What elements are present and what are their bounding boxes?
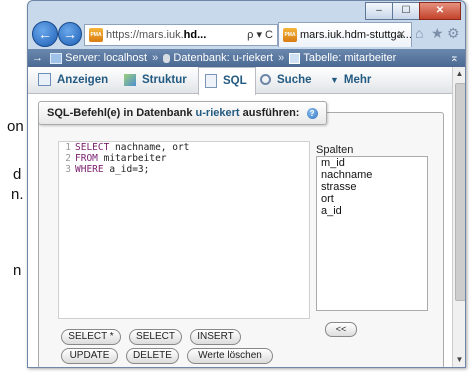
breadcrumb-separator: » bbox=[152, 52, 159, 65]
breadcrumb-table[interactable]: Tabelle: mitarbeiter bbox=[303, 52, 396, 64]
tab-label: Mehr bbox=[343, 74, 372, 86]
list-item[interactable]: nachname bbox=[317, 169, 427, 181]
list-item[interactable]: a_id bbox=[317, 205, 427, 217]
address-url: https://mars.iuk. bbox=[106, 29, 184, 41]
background-text: d bbox=[13, 166, 22, 183]
breadcrumb-database[interactable]: Datenbank: u-riekert bbox=[173, 52, 273, 64]
scroll-down-icon[interactable]: ▼ bbox=[453, 353, 465, 367]
minimize-button[interactable]: ‒ bbox=[365, 2, 393, 20]
favorites-star-icon[interactable]: ★ bbox=[431, 25, 444, 42]
legend-database-link[interactable]: u-riekert bbox=[196, 107, 240, 119]
delete-button[interactable]: DELETE bbox=[126, 348, 179, 364]
chevron-down-icon: ▼ bbox=[330, 75, 339, 85]
list-item[interactable]: m_id bbox=[317, 157, 427, 169]
scrollbar-thumb[interactable] bbox=[455, 83, 465, 301]
phpmyadmin-favicon: PMA bbox=[89, 28, 103, 43]
select-button[interactable]: SELECT bbox=[129, 329, 182, 345]
tab-label: Anzeigen bbox=[57, 74, 109, 86]
tab-title: mars.iuk.hdm-stuttga... bbox=[300, 29, 412, 41]
breadcrumb: → Server: localhost » Datenbank: u-rieke… bbox=[28, 49, 465, 67]
insert-column-button[interactable]: << bbox=[325, 322, 357, 337]
breadcrumb-arrow-icon: → bbox=[32, 52, 43, 65]
help-icon[interactable]: ? bbox=[306, 107, 318, 119]
structure-icon bbox=[124, 73, 136, 86]
tab-close-icon[interactable]: ✕ bbox=[397, 23, 406, 47]
table-icon bbox=[289, 52, 301, 64]
settings-gear-icon[interactable]: ⚙ bbox=[447, 25, 460, 42]
sql-icon bbox=[205, 73, 217, 88]
close-button[interactable]: ✕ bbox=[419, 2, 461, 20]
search-icon bbox=[260, 74, 271, 86]
columns-label: Spalten bbox=[316, 144, 354, 156]
columns-list[interactable]: m_id nachname strasse ort a_id bbox=[316, 156, 428, 311]
address-bar[interactable]: PMA https://mars.iuk.hd... ρ ▾ C bbox=[84, 24, 278, 46]
code-line: 3 WHERE a_id=3; bbox=[65, 164, 150, 175]
background-text: n bbox=[13, 262, 22, 279]
tab-label: SQL bbox=[223, 75, 247, 87]
browser-window: ‒ ☐ ✕ ← → PMA https://mars.iuk.hd... ρ ▾ … bbox=[27, 0, 466, 368]
tab-sql[interactable]: SQL bbox=[198, 67, 256, 95]
home-icon[interactable]: ⌂ bbox=[415, 25, 423, 41]
background-text: n. bbox=[11, 186, 24, 203]
tab-struktur[interactable]: Struktur bbox=[124, 67, 187, 93]
navigation-bar: ← → PMA https://mars.iuk.hd... ρ ▾ C PMA m… bbox=[28, 19, 465, 49]
legend-prefix: SQL-Befehl(e) in Datenbank bbox=[47, 107, 193, 119]
breadcrumb-separator: » bbox=[278, 52, 285, 65]
tab-suche[interactable]: Suche bbox=[260, 67, 312, 93]
code-line: 2 FROM mitarbeiter bbox=[65, 153, 167, 164]
database-icon bbox=[163, 53, 171, 63]
tab-label: Struktur bbox=[142, 74, 187, 86]
collapse-icon[interactable]: ⌅ bbox=[450, 49, 459, 67]
back-arrow-icon[interactable]: ← bbox=[32, 21, 58, 47]
background-text: on bbox=[7, 118, 24, 135]
legend-suffix: ausführen: bbox=[242, 107, 300, 119]
address-url-host: hd... bbox=[183, 29, 207, 41]
list-item[interactable]: ort bbox=[317, 193, 427, 205]
code-line: 1 SELECT nachname, ort bbox=[65, 142, 190, 153]
sql-legend: SQL-Befehl(e) in Datenbank u-riekert aus… bbox=[38, 101, 327, 125]
window-controls: ‒ ☐ ✕ bbox=[365, 2, 461, 20]
breadcrumb-server[interactable]: Server: localhost bbox=[65, 52, 147, 64]
forward-arrow-icon[interactable]: → bbox=[58, 22, 82, 46]
table-icon bbox=[38, 73, 51, 87]
update-button[interactable]: UPDATE bbox=[61, 348, 118, 364]
phpmyadmin-favicon: PMA bbox=[283, 28, 297, 43]
list-item[interactable]: strasse bbox=[317, 181, 427, 193]
select-all-button[interactable]: SELECT * bbox=[61, 329, 121, 345]
clear-values-button[interactable]: Werte löschen bbox=[187, 348, 273, 364]
main-content: Anzeigen Struktur SQL Suche ▼ Mehr SQL-Be… bbox=[28, 67, 452, 367]
insert-button[interactable]: INSERT bbox=[190, 329, 241, 345]
maximize-button[interactable]: ☐ bbox=[392, 2, 420, 20]
sql-query-editor[interactable]: 1 SELECT nachname, ort 2 FROM mitarbeiter … bbox=[58, 141, 310, 319]
tab-mehr[interactable]: ▼ Mehr bbox=[330, 67, 371, 93]
address-actions[interactable]: ρ ▾ C bbox=[247, 25, 273, 45]
vertical-scrollbar[interactable]: ▲ ▼ bbox=[452, 67, 465, 367]
tab-label: Suche bbox=[277, 74, 312, 86]
tab-anzeigen[interactable]: Anzeigen bbox=[38, 67, 108, 93]
server-icon bbox=[50, 52, 63, 64]
browser-tab[interactable]: PMA mars.iuk.hdm-stuttga... ✕ bbox=[278, 22, 412, 47]
scroll-up-icon[interactable]: ▲ bbox=[453, 67, 465, 81]
tab-bar: Anzeigen Struktur SQL Suche ▼ Mehr bbox=[28, 67, 452, 95]
